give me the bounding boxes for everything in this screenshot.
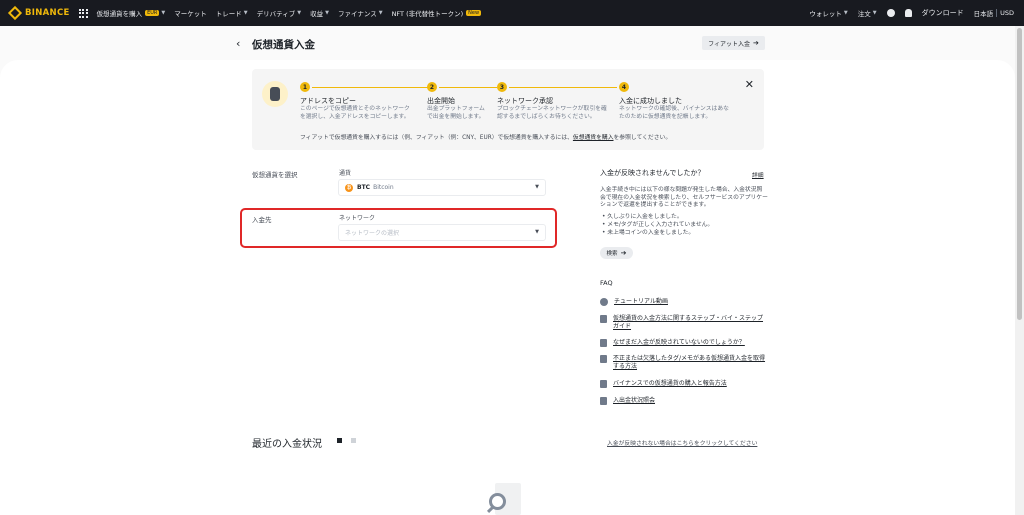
nav-nft[interactable]: NFT (非代替性トークン) New — [392, 8, 482, 18]
apps-grid-icon[interactable] — [78, 8, 88, 18]
page-title: 仮想通貨入金 — [252, 39, 315, 51]
step-4: 4 入金に成功しました ネットワークの確認後、バイナンスはあなたのために仮想通貨… — [619, 82, 729, 120]
faq-item-buy-report[interactable]: バイナンスでの仮想通貨の購入と報告方法 — [600, 380, 768, 388]
language-currency-selector[interactable]: 日本語 USD — [974, 8, 1014, 18]
list-item: 久しぶりに入金をしました。 — [602, 213, 713, 221]
binance-logo[interactable]: BINANCE — [7, 5, 70, 21]
arrow-right-icon: ➔ — [620, 249, 627, 257]
chevron-down-icon: ▼ — [297, 10, 302, 16]
chevron-down-icon: ▼ — [535, 184, 539, 190]
document-icon — [600, 315, 607, 323]
eur-badge: EUR — [145, 10, 160, 16]
step-title: 入金に成功しました — [619, 97, 682, 105]
step-description: このページで仮想通貨とそのネットワークを選択し、入金アドレスをコピーします。 — [300, 106, 410, 120]
notification-bell-icon[interactable] — [904, 9, 912, 17]
page-scrollbar[interactable] — [1015, 26, 1024, 515]
coin-symbol: BTC — [357, 184, 371, 191]
step-connector — [509, 86, 617, 88]
bitcoin-icon: ₿ — [345, 183, 353, 192]
grid-view-icon[interactable] — [337, 438, 342, 443]
chevron-down-icon: ▼ — [843, 10, 848, 16]
help-text: 入金手続き中には以下の様な問題が発生した場合、入金状況照会で現在の入金状況を検索… — [600, 187, 768, 208]
brand-name: BINANCE — [25, 8, 70, 18]
empty-search-icon — [486, 483, 525, 515]
help-reasons: 久しぶりに入金をしました。 メモ/タグが正しく入力されていません。 未上場コイン… — [602, 213, 713, 238]
scrollbar-thumb[interactable] — [1017, 28, 1022, 320]
nav-markets[interactable]: マーケット — [174, 8, 207, 18]
recent-deposits-title: 最近の入金状況 — [252, 439, 322, 450]
document-icon — [600, 355, 607, 363]
step-connector — [312, 86, 428, 88]
nav-right: ウォレット ▼ 注文 ▼ ダウンロード 日本語 USD — [799, 0, 1014, 26]
faq-item-video[interactable]: チュートリアル動画 — [600, 298, 769, 306]
nav-orders[interactable]: 注文 ▼ — [858, 8, 877, 18]
list-item: 未上場コインの入金をしました。 — [602, 229, 713, 237]
nav-derivatives[interactable]: デリバティブ ▼ — [257, 8, 301, 18]
search-button[interactable]: 検索 ➔ — [600, 247, 633, 259]
coin-field-label: 通貨 — [339, 170, 352, 177]
profile-icon[interactable] — [886, 9, 895, 17]
faq-item-not-credited[interactable]: なぜまだ入金が反映されていないのでしょうか？ — [600, 339, 768, 347]
faq-item-missing-tag[interactable]: 不正または欠落したタグ/メモがある仮想通貨入金を取得する方法 — [600, 355, 768, 371]
fiat-deposit-button[interactable]: フィアット入金 ➔ — [702, 36, 765, 50]
divider — [996, 9, 998, 17]
back-arrow-icon[interactable]: ‹ — [236, 37, 240, 50]
nav-buy-crypto[interactable]: 仮想通貨を購入 EUR ▼ — [97, 8, 166, 18]
step-connector — [439, 86, 497, 88]
nav-finance[interactable]: ファイナンス ▼ — [338, 8, 383, 18]
arrow-right-icon: ➔ — [753, 39, 759, 47]
document-icon — [600, 380, 607, 388]
document-icon — [600, 339, 607, 347]
deposit-not-credited-link[interactable]: 入金が反映されない場合はこちらをクリックしてください — [607, 438, 757, 447]
select-coin-label: 仮想通貨を選択 — [252, 171, 298, 179]
top-navigation: BINANCE 仮想通貨を購入 EUR ▼ マーケット トレード ▼ デリバティブ… — [0, 0, 1024, 26]
step-description: ネットワークの確認後、バイナンスはあなたのために仮想通貨を記帳します。 — [619, 106, 729, 120]
deposit-illustration — [262, 81, 288, 107]
document-icon — [600, 397, 607, 405]
nav-earn[interactable]: 収益 ▼ — [310, 8, 329, 18]
new-badge: New — [466, 10, 482, 16]
chevron-down-icon: ▼ — [243, 10, 248, 16]
faq-title: FAQ — [600, 279, 613, 287]
step-title: 出金開始 — [427, 97, 455, 105]
step-1: 1 アドレスをコピー このページで仮想通貨とそのネットワークを選択し、入金アドレ… — [300, 82, 428, 120]
fiat-note: フィアットで仮想通貨を購入するには（例、フィアット（例：CNY、EUR）で仮想通… — [300, 135, 672, 141]
faq-item-status-inquiry[interactable]: 入出金状況照会 — [600, 397, 768, 405]
buy-crypto-link[interactable]: 仮想通貨を購入 — [573, 135, 614, 141]
chevron-down-icon: ▼ — [872, 10, 877, 16]
binance-logo-icon — [7, 5, 23, 21]
step-description: ブロックチェーンネットワークが取引を確認するまでしばらくお待ちください。 — [497, 106, 607, 120]
faq-item-guide[interactable]: 仮想通貨の入金方法に関するステップ・バイ・ステップガイド — [600, 315, 768, 331]
deposit-steps-panel: ✕ 1 アドレスをコピー このページで仮想通貨とそのネットワークを選択し、入金ア… — [252, 69, 764, 150]
coin-name: Bitcoin — [373, 184, 394, 191]
chevron-down-icon: ▼ — [161, 10, 166, 16]
list-item: メモ/タグが正しく入力されていません。 — [602, 221, 713, 229]
play-icon — [600, 298, 608, 306]
chevron-down-icon: ▼ — [378, 10, 383, 16]
list-view-icon[interactable] — [351, 438, 356, 443]
annotation-highlight-box — [240, 208, 557, 248]
step-description: 出金プラットフォームで出金を開始します。 — [427, 106, 485, 120]
coin-select[interactable]: ₿ BTC Bitcoin ▼ — [338, 179, 546, 196]
help-detail-link[interactable]: 詳細 — [752, 170, 764, 179]
nav-trade[interactable]: トレード ▼ — [216, 8, 248, 18]
step-title: ネットワーク承認 — [497, 97, 553, 105]
nav-wallet[interactable]: ウォレット ▼ — [809, 8, 847, 18]
step-title: アドレスをコピー — [300, 97, 356, 105]
download-link[interactable]: ダウンロード — [922, 8, 964, 18]
step-2: 2 出金開始 出金プラットフォームで出金を開始します。 — [427, 82, 497, 120]
help-title: 入金が反映されませんでしたか？ — [600, 169, 705, 177]
chevron-down-icon: ▼ — [325, 10, 329, 16]
close-icon[interactable]: ✕ — [745, 78, 754, 91]
step-3: 3 ネットワーク承認 ブロックチェーンネットワークが取引を確認するまでしばらくお… — [497, 82, 617, 120]
